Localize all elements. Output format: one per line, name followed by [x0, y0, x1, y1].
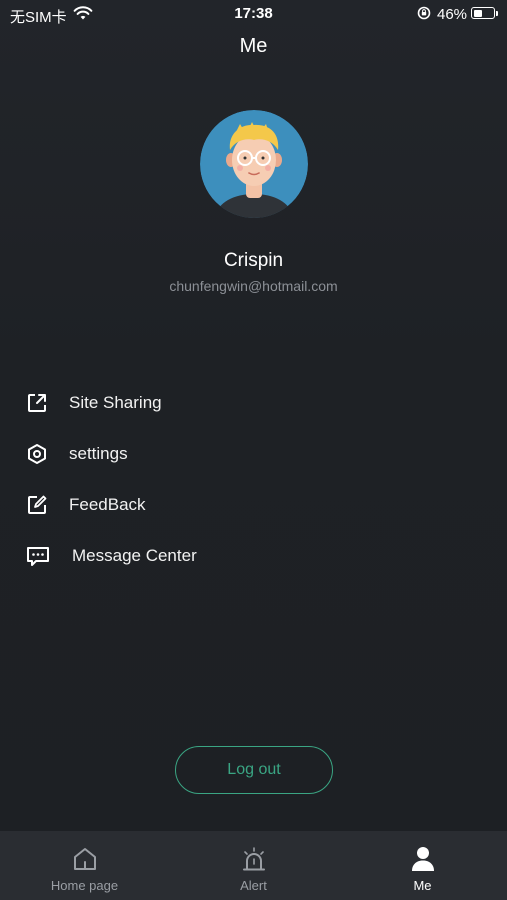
menu-label: Message Center	[72, 546, 197, 565]
message-icon	[27, 547, 49, 566]
edit-icon	[28, 495, 47, 514]
logout-button[interactable]: Log out	[175, 746, 333, 794]
tab-label: Alert	[240, 878, 267, 893]
menu-item-message-center[interactable]: Message Center	[0, 536, 507, 576]
settings-icon	[28, 444, 46, 464]
avatar-illustration	[200, 110, 308, 218]
orientation-lock-icon	[417, 6, 431, 20]
tab-home[interactable]: Home page	[0, 831, 169, 900]
menu-item-feedback[interactable]: FeedBack	[0, 485, 507, 525]
status-bar: 无SIM卡 17:38 46%	[0, 0, 507, 28]
user-email: chunfengwin@hotmail.com	[169, 278, 338, 294]
menu-label: FeedBack	[69, 495, 146, 514]
battery-percentage: 46%	[437, 6, 468, 23]
tab-bar: Home page Alert Me	[0, 831, 507, 900]
menu-item-settings[interactable]: settings	[0, 434, 507, 474]
home-icon	[74, 848, 96, 870]
alarm-icon	[243, 847, 265, 871]
tab-alert[interactable]: Alert	[169, 831, 338, 900]
share-icon	[28, 394, 46, 412]
battery-icon	[471, 7, 495, 19]
user-name: Crispin	[223, 250, 284, 271]
person-icon	[412, 847, 434, 871]
menu-item-site-sharing[interactable]: Site Sharing	[0, 383, 507, 423]
battery-level	[473, 9, 482, 17]
menu-label: settings	[69, 444, 128, 463]
tab-me[interactable]: Me	[338, 831, 507, 900]
avatar[interactable]	[200, 110, 308, 218]
tab-label: Home page	[50, 878, 119, 893]
page-title: Me	[239, 35, 268, 57]
menu-label: Site Sharing	[69, 393, 162, 412]
battery-tip	[496, 11, 498, 16]
tab-label: Me	[413, 878, 432, 893]
